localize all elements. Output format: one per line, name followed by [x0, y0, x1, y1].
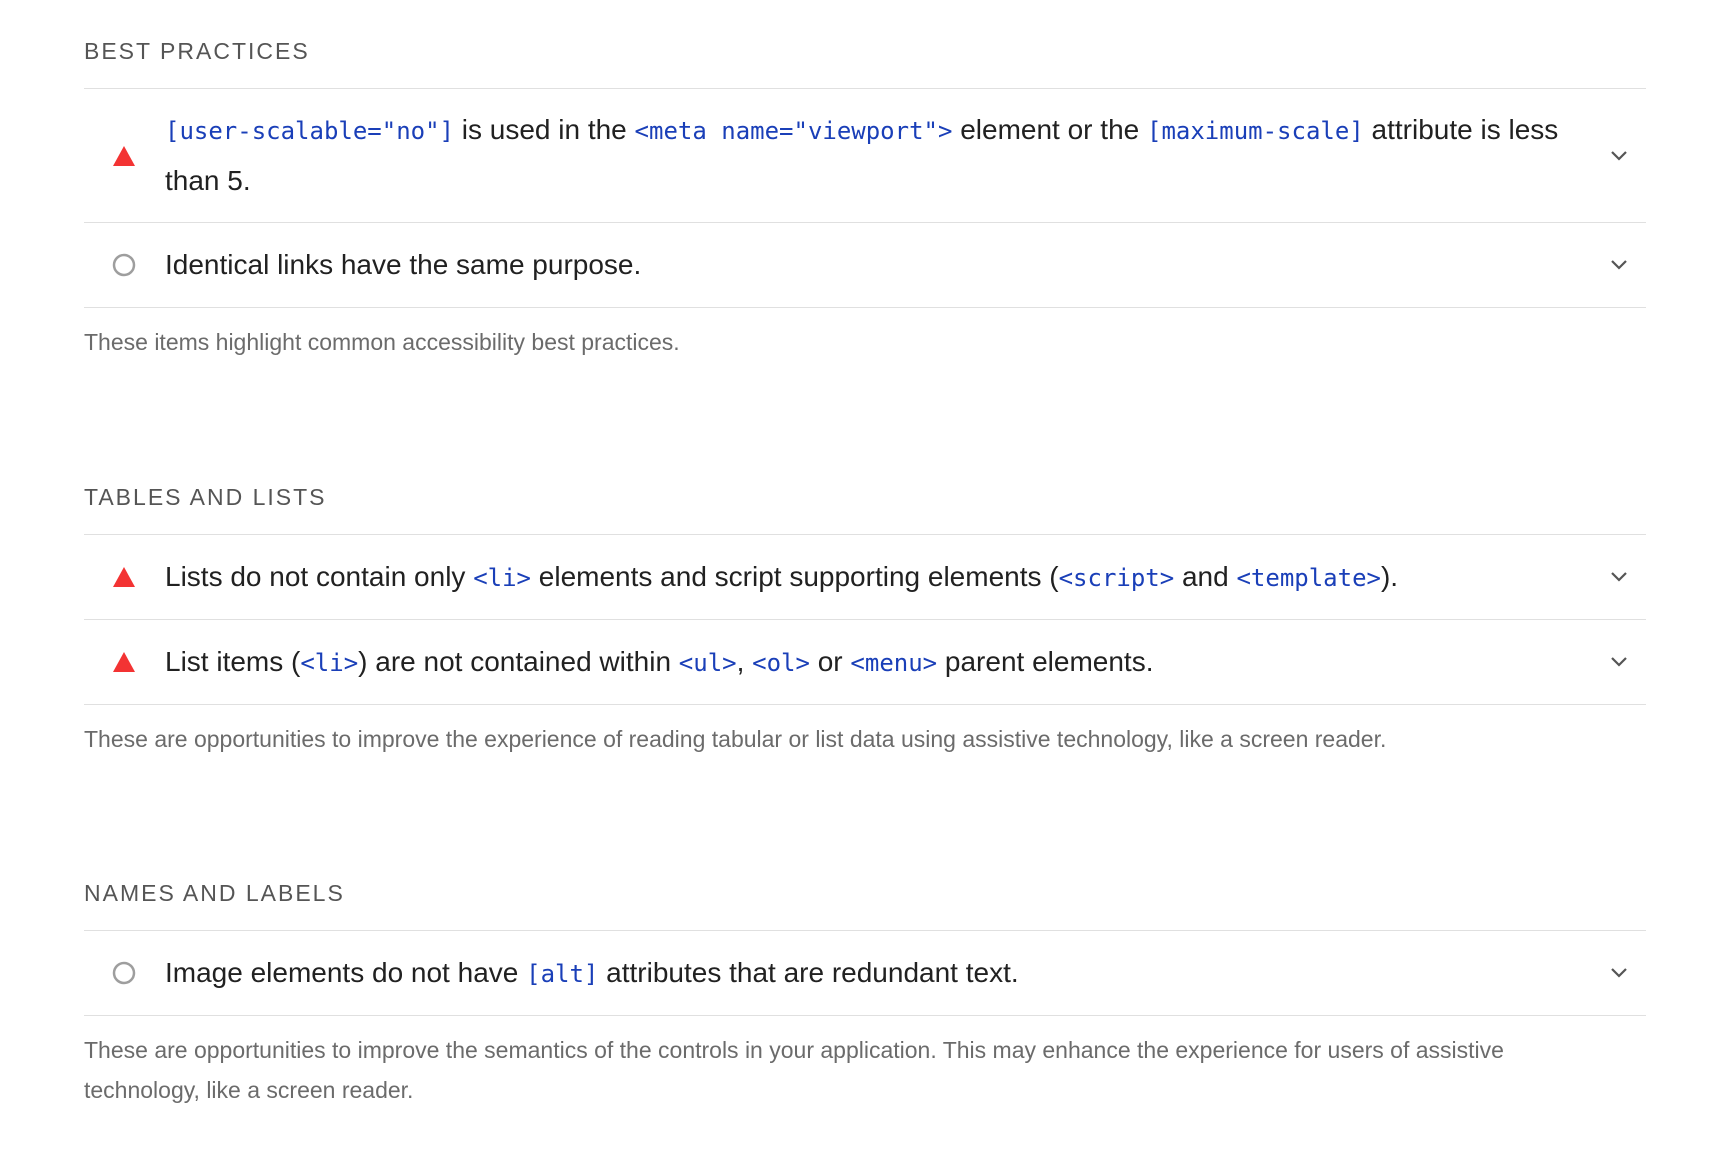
- chevron-down-icon[interactable]: [1608, 566, 1630, 588]
- audit-title-text: parent elements.: [937, 645, 1154, 677]
- inline-code: <li>: [300, 648, 359, 677]
- inline-code: <menu>: [850, 648, 938, 677]
- audit-title-text: Lists do not contain only: [165, 560, 474, 592]
- group-title: NAMES AND LABELS: [84, 878, 1646, 931]
- group-description: These are opportunities to improve the e…: [84, 726, 1387, 752]
- audit-image-redundant-alt[interactable]: Image elements do not have [alt] attribu…: [84, 931, 1646, 1016]
- accessibility-report: BEST PRACTICES [user-scalable="no"] is u…: [0, 0, 1732, 1154]
- chevron-down-icon[interactable]: [1608, 651, 1630, 673]
- audit-title-text: ,: [736, 645, 753, 677]
- group-tables-and-lists: TABLES AND LISTS Lists do not contain on…: [84, 482, 1646, 759]
- inline-code: <ul>: [678, 648, 737, 677]
- inline-code: <meta name="viewport">: [634, 117, 953, 145]
- audit-title-text: Identical links have the same purpose.: [165, 249, 642, 280]
- audit-user-scalable[interactable]: [user-scalable="no"] is used in the <met…: [84, 89, 1646, 223]
- inline-code: <ol>: [752, 648, 810, 677]
- audit-title-text: attributes that are redundant text.: [598, 956, 1019, 988]
- audit-title-text: or: [809, 645, 851, 677]
- audit-title-text: and: [1174, 560, 1237, 592]
- inline-code: <script>: [1058, 563, 1175, 592]
- audit-title: Lists do not contain only <li> elements …: [165, 552, 1398, 603]
- audit-title-text: List items (: [165, 645, 301, 677]
- audit-listitem-parent[interactable]: List items (<li>) are not contained with…: [84, 620, 1646, 705]
- group-description: These are opportunities to improve the s…: [84, 1037, 1504, 1103]
- audit-title-text: is used in the: [453, 114, 635, 145]
- audit-title-text: ).: [1380, 560, 1399, 592]
- inline-code: <li>: [473, 563, 531, 592]
- warning-triangle-icon: [112, 650, 136, 674]
- empty-circle-icon: [112, 961, 136, 985]
- inline-code: [maximum-scale]: [1147, 117, 1364, 145]
- audit-title: [user-scalable="no"] is used in the <met…: [165, 105, 1566, 206]
- audit-title: Image elements do not have [alt] attribu…: [165, 948, 1019, 999]
- group-title: TABLES AND LISTS: [84, 482, 1646, 535]
- audit-title-text: elements and script supporting elements …: [531, 560, 1059, 592]
- warning-triangle-icon: [112, 565, 136, 589]
- chevron-down-icon[interactable]: [1608, 254, 1630, 276]
- empty-circle-icon: [112, 253, 136, 277]
- group-description: These items highlight common accessibili…: [84, 329, 680, 355]
- audit-title: Identical links have the same purpose.: [165, 240, 641, 290]
- group-title: BEST PRACTICES: [84, 36, 1646, 89]
- audit-list-contents[interactable]: Lists do not contain only <li> elements …: [84, 535, 1646, 620]
- inline-code: [alt]: [526, 959, 599, 988]
- audit-title-text: element or the: [952, 114, 1147, 145]
- audit-title: List items (<li>) are not contained with…: [165, 637, 1153, 688]
- group-best-practices: BEST PRACTICES [user-scalable="no"] is u…: [84, 36, 1646, 362]
- audit-identical-links[interactable]: Identical links have the same purpose.: [84, 223, 1646, 308]
- inline-code: [user-scalable="no"]: [165, 117, 454, 145]
- audit-title-text: Image elements do not have: [165, 956, 527, 988]
- inline-code: <template>: [1236, 563, 1381, 592]
- group-names-and-labels: NAMES AND LABELS Image elements do not h…: [84, 878, 1646, 1110]
- chevron-down-icon[interactable]: [1608, 145, 1630, 167]
- chevron-down-icon[interactable]: [1608, 962, 1630, 984]
- audit-title-text: ) are not contained within: [358, 645, 679, 677]
- warning-triangle-icon: [112, 144, 136, 168]
